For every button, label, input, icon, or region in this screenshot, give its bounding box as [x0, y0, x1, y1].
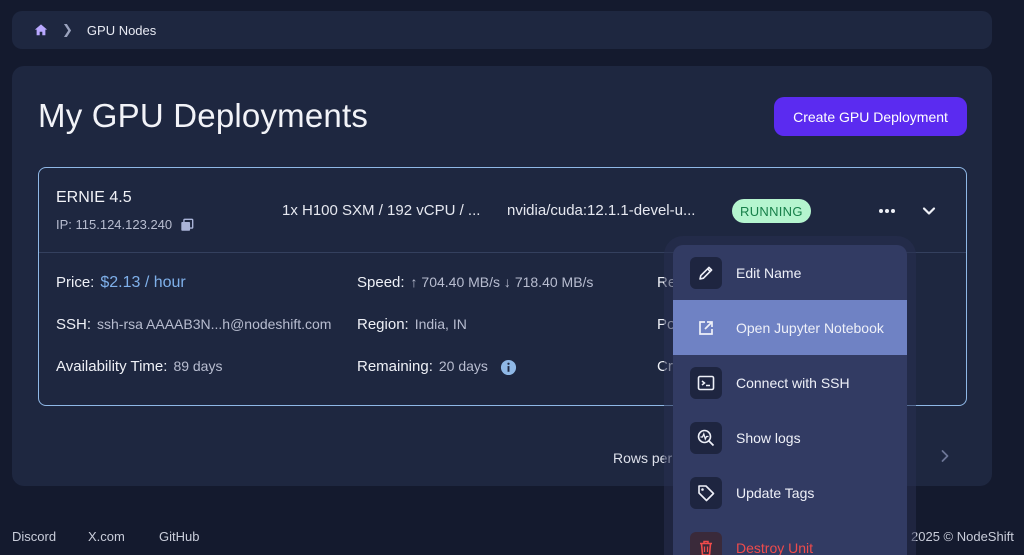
- menu-item-connect-ssh[interactable]: Connect with SSH: [673, 355, 907, 410]
- menu-label-update-tags: Update Tags: [736, 484, 815, 501]
- menu-item-destroy-unit[interactable]: Destroy Unit: [673, 520, 907, 555]
- menu-label-show-logs: Show logs: [736, 429, 801, 446]
- availability-label: Availability Time:: [56, 358, 168, 375]
- menu-item-update-tags[interactable]: Update Tags: [673, 465, 907, 520]
- region-value: India, IN: [414, 316, 467, 332]
- copyright: 2025 © NodeShift: [911, 529, 1014, 544]
- remaining-field: Remaining: 20 days: [357, 358, 517, 376]
- deployment-image: nvidia/cuda:12.1.1-devel-u...: [507, 202, 696, 219]
- breadcrumb: ❯ GPU Nodes: [12, 11, 992, 49]
- tag-icon: [690, 476, 722, 509]
- ssh-value: ssh-rsa AAAAB3N...h@nodeshift.com: [97, 316, 332, 332]
- col3-row3-field: Cr: [657, 358, 673, 375]
- chevron-down-icon[interactable]: [919, 201, 939, 221]
- deployment-card-header: ERNIE 4.5 IP: 115.124.123.240 1x H100 SX…: [39, 168, 966, 253]
- copy-icon[interactable]: [180, 218, 194, 232]
- speed-field: Speed: ↑ 704.40 MB/s ↓ 718.40 MB/s: [357, 274, 593, 291]
- menu-label-destroy-unit: Destroy Unit: [736, 539, 814, 555]
- deployment-ip: IP: 115.124.123.240: [56, 217, 173, 232]
- open-external-icon: [690, 312, 722, 344]
- col3-row3-label: Cr: [657, 358, 673, 375]
- menu-item-show-logs[interactable]: Show logs: [673, 410, 907, 465]
- menu-label-connect-ssh: Connect with SSH: [736, 374, 850, 391]
- status-badge: RUNNING: [732, 199, 811, 223]
- rows-per-page-label: Rows per: [613, 450, 673, 466]
- region-field: Region: India, IN: [357, 316, 467, 333]
- terminal-icon: [690, 366, 722, 399]
- footer-link-discord[interactable]: Discord: [12, 529, 56, 544]
- info-icon[interactable]: [500, 359, 517, 376]
- deployment-name: ERNIE 4.5: [56, 189, 132, 206]
- pencil-icon: [690, 256, 722, 289]
- price-value: $2.13 / hour: [100, 274, 186, 291]
- price-field: Price: $2.13 / hour: [56, 274, 186, 292]
- breadcrumb-current: GPU Nodes: [86, 22, 157, 38]
- trash-icon: [690, 531, 722, 555]
- availability-value: 89 days: [173, 358, 223, 374]
- ssh-field: SSH: ssh-rsa AAAAB3N...h@nodeshift.com: [56, 316, 331, 333]
- deployment-spec: 1x H100 SXM / 192 vCPU / ...: [282, 202, 481, 219]
- logs-search-icon: [690, 421, 722, 454]
- speed-label: Speed:: [357, 274, 405, 291]
- region-label: Region:: [357, 316, 409, 333]
- availability-field: Availability Time: 89 days: [56, 358, 222, 375]
- next-page-icon[interactable]: [938, 449, 952, 463]
- page-title: My GPU Deployments: [38, 97, 369, 134]
- menu-item-edit-name[interactable]: Edit Name: [673, 245, 907, 300]
- actions-menu: Edit Name Open Jupyter Notebook Connect …: [673, 245, 907, 555]
- ssh-label: SSH:: [56, 316, 92, 333]
- remaining-value: 20 days: [438, 358, 488, 374]
- speed-value: ↑ 704.40 MB/s ↓ 718.40 MB/s: [410, 274, 594, 290]
- more-options-icon[interactable]: [877, 201, 897, 221]
- deployment-ip-row: IP: 115.124.123.240: [56, 217, 194, 232]
- footer-link-github[interactable]: GitHub: [159, 529, 199, 544]
- menu-label-edit-name: Edit Name: [736, 264, 802, 281]
- menu-label-open-jupyter: Open Jupyter Notebook: [736, 319, 884, 336]
- create-gpu-deployment-button[interactable]: Create GPU Deployment: [774, 97, 967, 136]
- home-icon[interactable]: [34, 23, 48, 37]
- chevron-right-icon: ❯: [62, 22, 73, 37]
- menu-item-open-jupyter[interactable]: Open Jupyter Notebook: [673, 300, 907, 355]
- footer-link-x[interactable]: X.com: [88, 529, 125, 544]
- price-label: Price:: [56, 274, 95, 291]
- remaining-label: Remaining:: [357, 358, 433, 375]
